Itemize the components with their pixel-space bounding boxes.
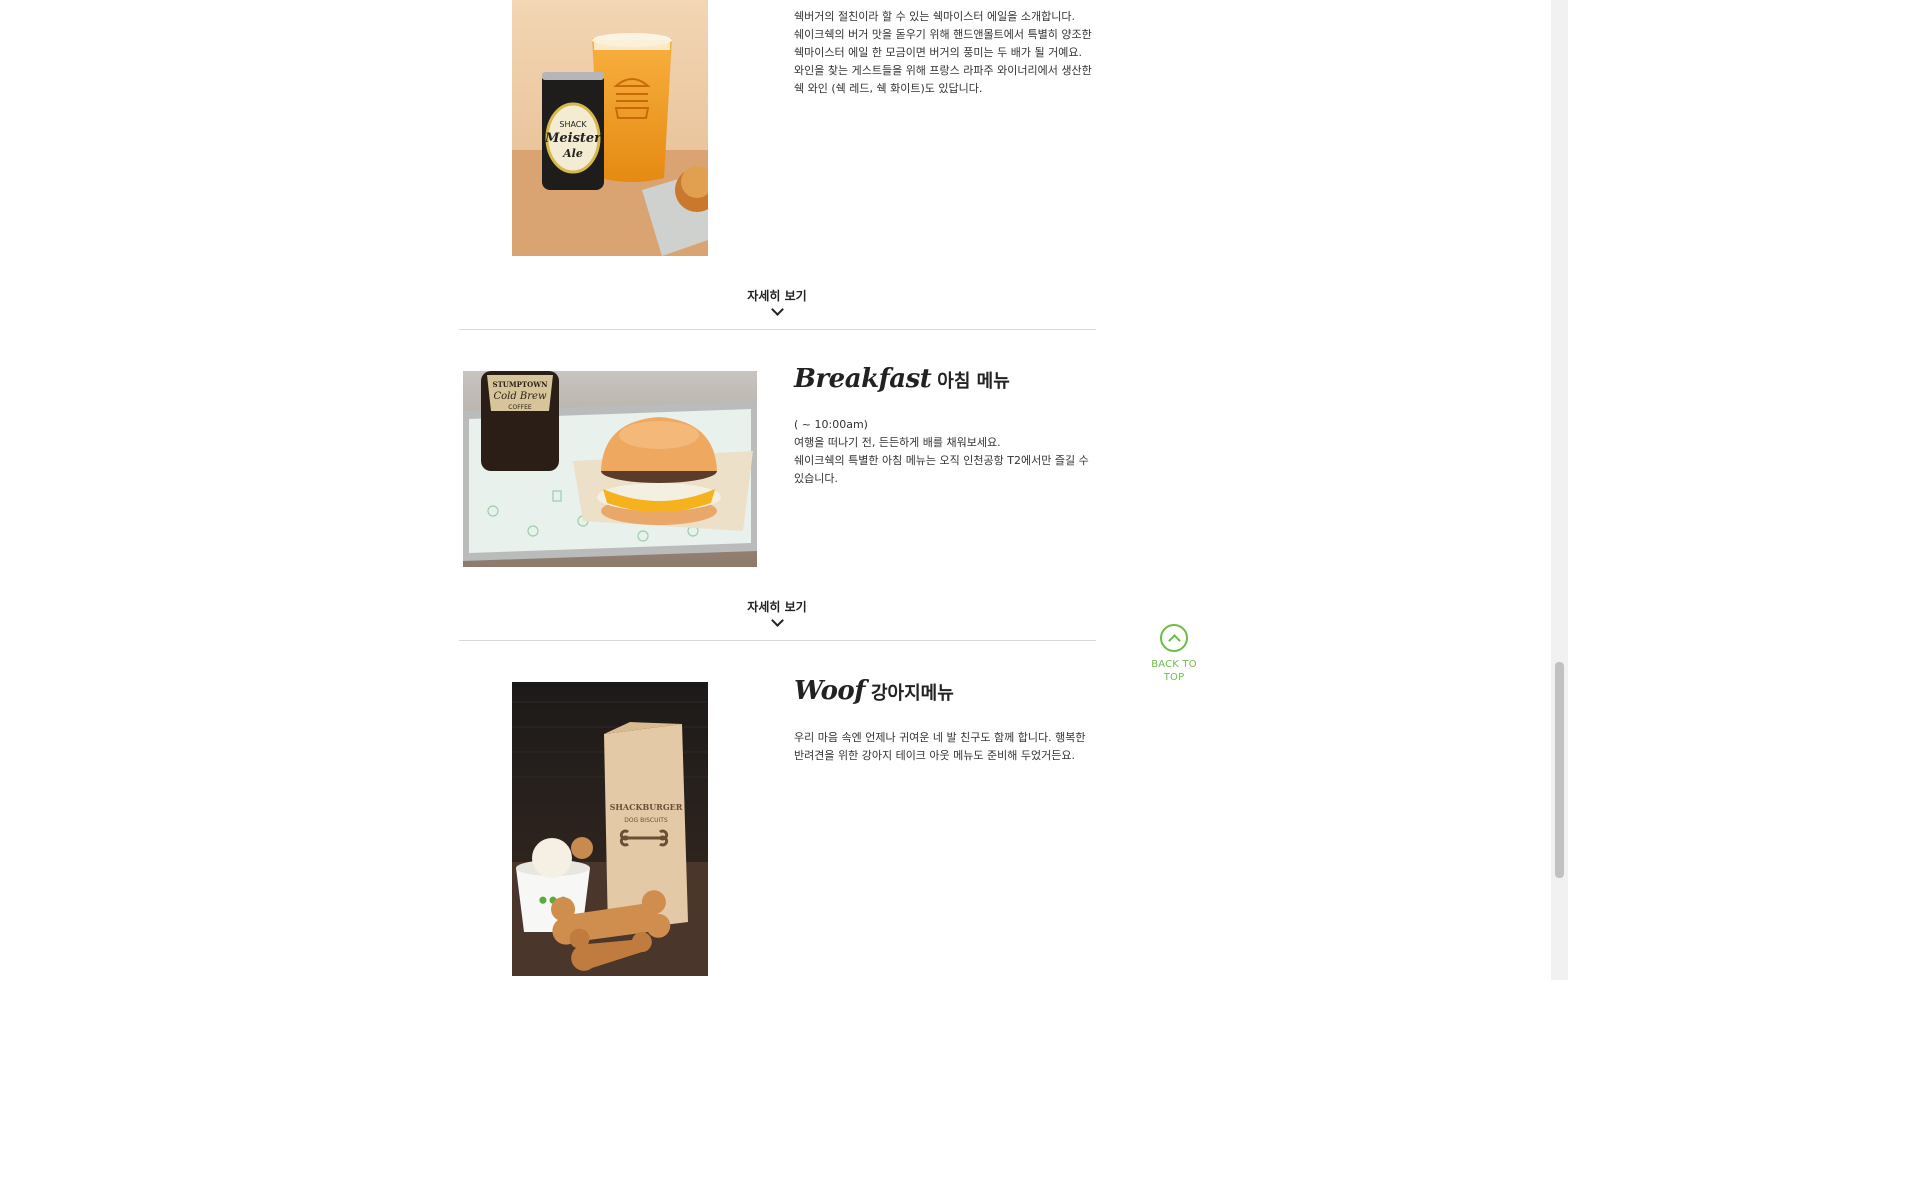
chevron-down-icon <box>770 303 784 316</box>
more-button-beer[interactable]: 자세히 보기 <box>738 287 816 316</box>
arrow-up-circle-icon <box>1160 624 1188 652</box>
chevron-down-icon <box>770 614 784 627</box>
breakfast-description: ( ~ 10:00am) 여행을 떠나기 전, 든든하게 배를 채워보세요. 쉐… <box>794 416 1098 488</box>
breakfast-desc-line: 쉐이크쉑의 특별한 아침 메뉴는 오직 인천공항 T2에서만 즐길 수 있습니다… <box>794 454 1089 485</box>
page: SHACK Meister Ale 쉑버거의 절친이라 할 수 있는 쉑마이스터… <box>0 0 1568 980</box>
can-brand-text: SHACK <box>559 120 587 129</box>
section-divider <box>459 640 1096 641</box>
more-label: 자세히 보기 <box>747 289 807 303</box>
woof-description: 우리 마음 속엔 언제나 귀여운 네 발 친구도 함께 합니다. 행복한 반려견… <box>794 729 1098 765</box>
can-subtitle-text: Ale <box>562 147 583 160</box>
scrollbar-thumb[interactable] <box>1555 662 1564 878</box>
bottle-brand-text: STUMPTOWN <box>493 380 549 389</box>
breakfast-title-ko: 아침 메뉴 <box>937 371 1010 392</box>
scrollbar[interactable] <box>1551 0 1568 980</box>
back-to-top-label: BACK TO TOP <box>1151 659 1197 683</box>
beer-desc-line: 와인을 찾는 게스트들을 위해 프랑스 라파주 와이너리에서 생산한 쉑 와인 … <box>794 64 1092 95</box>
more-button-breakfast[interactable]: 자세히 보기 <box>738 598 816 627</box>
section-divider <box>459 329 1096 330</box>
woof-desc-line: 우리 마음 속엔 언제나 귀여운 네 발 친구도 함께 합니다. 행복한 반려견… <box>794 731 1086 762</box>
woof-photo: SHACKBURGER DOG BISCUITS ⬤ ⬤ ⬤ <box>512 682 708 976</box>
back-to-top-button[interactable]: BACK TO TOP <box>1148 624 1200 684</box>
woof-title-ko: 강아지메뉴 <box>870 683 954 704</box>
beer-desc-line: 쉑버거의 절친이라 할 수 있는 쉑마이스터 에일을 소개합니다. <box>794 10 1075 23</box>
breakfast-title: Breakfast 아침 메뉴 <box>794 364 1010 394</box>
can-title-text: Meister <box>544 131 602 146</box>
beer-photo: SHACK Meister Ale <box>512 0 708 256</box>
breakfast-desc-line: ( ~ 10:00am) <box>794 418 868 431</box>
breakfast-desc-line: 여행을 떠나기 전, 든든하게 배를 채워보세요. <box>794 436 1001 449</box>
more-label: 자세히 보기 <box>747 600 807 614</box>
bottle-subtitle-text: COFFEE <box>508 404 532 411</box>
breakfast-photo: STUMPTOWN Cold Brew COFFEE <box>463 371 757 567</box>
beer-description: 쉑버거의 절친이라 할 수 있는 쉑마이스터 에일을 소개합니다. 쉐이크쉑의 … <box>794 8 1098 98</box>
beer-desc-line: 쉐이크쉑의 버거 맛을 돋우기 위해 핸드앤몰트에서 특별히 양조한 쉑마이스터… <box>794 28 1092 59</box>
bag-subtitle-text: DOG BISCUITS <box>624 817 668 824</box>
bag-brand-text: SHACKBURGER <box>610 802 683 812</box>
woof-title-en: Woof <box>794 676 865 706</box>
bottle-title-text: Cold Brew <box>493 391 546 402</box>
woof-title: Woof 강아지메뉴 <box>794 676 954 706</box>
breakfast-title-en: Breakfast <box>794 364 932 394</box>
